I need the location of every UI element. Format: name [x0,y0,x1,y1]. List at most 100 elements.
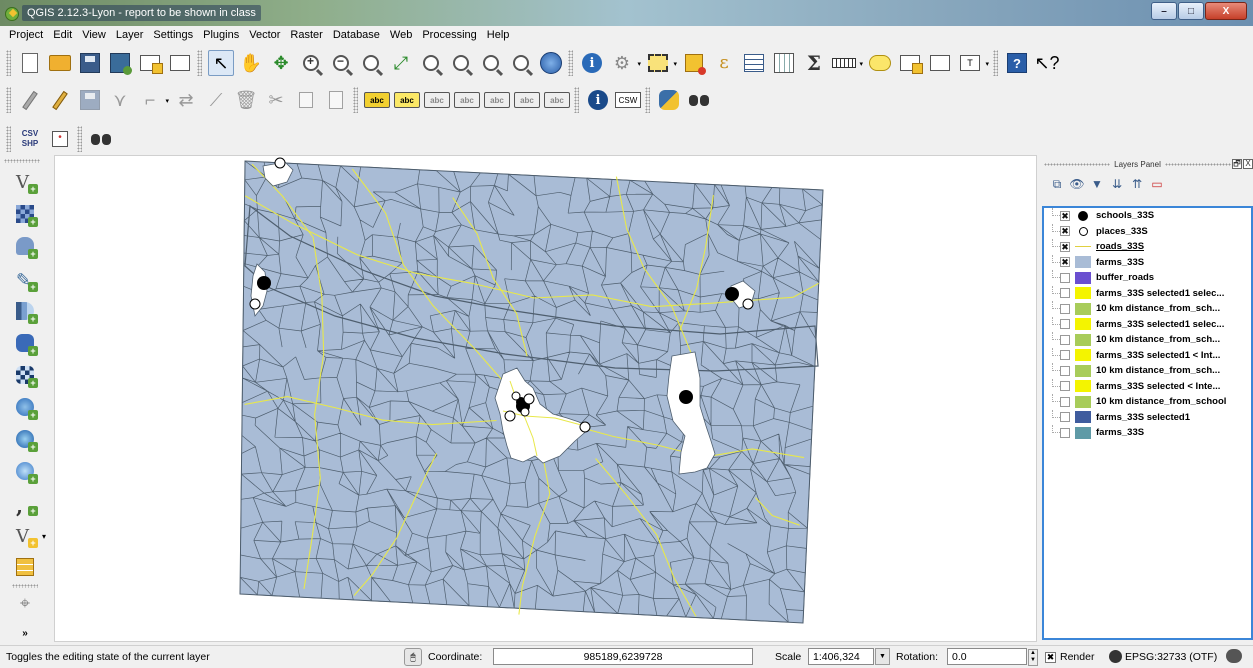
place-point[interactable] [249,298,261,310]
crs-globe-icon[interactable] [1109,650,1122,663]
style-manager-icon[interactable]: ⧉ [1050,177,1064,191]
rotation-field[interactable]: 0.0 [947,648,1027,665]
zoom-out-button[interactable] [328,50,354,76]
new-bookmark-button[interactable] [897,50,923,76]
layer-visibility-checkbox[interactable] [1060,412,1070,423]
crs-status[interactable]: EPSG:32733 (OTF) [1125,651,1217,663]
layer-visibility-checkbox[interactable]: ✖ [1060,226,1070,237]
layer-row-11[interactable]: farms_33S selected < Inte... [1044,378,1251,395]
show-hide-labels-button[interactable]: abc [454,87,480,113]
place-point[interactable] [520,407,530,417]
menu-view[interactable]: View [77,26,111,45]
move-feature-button[interactable]: ⇄ [173,87,199,113]
float-panel-button[interactable]: 🗗 [1232,159,1243,169]
toolbar-grip[interactable] [568,50,573,76]
zoom-full-button[interactable]: ⤢ [388,50,414,76]
school-point[interactable] [257,276,271,290]
delete-selected-button[interactable]: 🗑 [233,87,259,113]
layer-visibility-checkbox[interactable] [1060,303,1070,314]
add-wms-layer-button[interactable]: + [12,394,38,420]
place-point[interactable] [523,393,535,405]
help-contents-button[interactable]: ? [1004,50,1030,76]
layer-visibility-checkbox[interactable] [1060,365,1070,376]
add-delimited-text-layer-button[interactable]: , + [12,490,38,518]
layer-row-12[interactable]: 10 km distance_from_school [1044,394,1251,410]
layer-visibility-checkbox[interactable] [1060,427,1070,438]
label-settings-button[interactable]: abc [394,87,420,113]
toggle-editing-button[interactable] [47,87,73,113]
python-console-button[interactable] [656,87,682,113]
rotate-label-button[interactable]: abc [514,87,540,113]
coordinate-capture-button[interactable]: • [47,126,73,152]
save-as-button[interactable] [107,50,133,76]
add-vector-layer-button[interactable]: V + [12,168,38,194]
layer-visibility-checkbox[interactable] [1060,350,1070,361]
layer-visibility-checkbox[interactable]: ✖ [1060,241,1070,252]
layer-row-0[interactable]: ✖ schools_33S [1044,208,1251,224]
save-layer-edits-button[interactable] [77,87,103,113]
menu-database[interactable]: Database [328,26,385,45]
current-edits-button[interactable] [17,87,43,113]
zoom-to-layer-button[interactable] [448,50,474,76]
add-wcs-layer-button[interactable]: + [12,426,38,452]
panel-grip[interactable] [1164,162,1232,166]
toolbar-grip[interactable] [993,50,998,76]
composer-manager-button[interactable] [167,50,193,76]
menu-edit[interactable]: Edit [48,26,77,45]
select-by-expression-button[interactable]: ε [711,50,737,76]
add-postgis-layer-button[interactable]: + [12,233,38,259]
layer-visibility-checkbox[interactable] [1060,288,1070,299]
open-project-button[interactable] [47,50,73,76]
place-point[interactable] [274,157,286,169]
scale-field[interactable]: 1:406,324 [808,648,874,665]
close-button[interactable]: X [1205,2,1247,20]
place-point[interactable] [511,391,521,401]
layer-row-14[interactable]: farms_33S [1044,425,1251,441]
add-raster-layer-button[interactable]: + [12,201,38,227]
close-panel-button[interactable]: X [1243,159,1253,169]
menu-plugins[interactable]: Plugins [198,26,244,45]
menu-vector[interactable]: Vector [244,26,285,45]
new-print-composer-button[interactable] [137,50,163,76]
move-label-button[interactable]: abc [484,87,510,113]
layer-row-7[interactable]: farms_33S selected1 selec... [1044,316,1251,333]
layer-visibility-checkbox[interactable] [1060,272,1070,283]
map-rendering[interactable] [55,156,1037,642]
coordinate-toggle-button[interactable]: 🖰 [404,648,422,666]
select-features-button[interactable]: ▾ [645,50,677,76]
add-oracle-layer-button[interactable]: + [12,330,38,356]
save-project-button[interactable] [77,50,103,76]
eye-visibility-icon[interactable]: 👁 [1069,177,1084,191]
layer-visibility-checkbox[interactable] [1060,396,1070,407]
add-feature-button[interactable]: ⋎ [107,87,133,113]
remove-layer-icon[interactable]: ▭ [1150,177,1164,191]
layer-visibility-checkbox[interactable]: ✖ [1060,257,1070,268]
zoom-native-button[interactable] [358,50,384,76]
csv-to-shp-button[interactable]: CSV SHP [17,126,43,152]
filter-funnel-icon[interactable]: ▼ [1090,177,1104,191]
toolbar-grip[interactable] [645,87,650,113]
paste-features-button[interactable] [323,87,349,113]
create-layer-from-virtual-button[interactable] [12,554,38,580]
new-shapefile-layer-button[interactable]: V + ▾ [12,522,46,548]
pin-labels-button[interactable]: abc [424,87,450,113]
zoom-next-button[interactable] [508,50,534,76]
menu-project[interactable]: Project [4,26,48,45]
menu-raster[interactable]: Raster [285,26,327,45]
toolbar-grip[interactable] [6,87,11,113]
run-feature-action-button[interactable]: ⚙ ▾ [609,50,641,76]
panel-grip[interactable] [1044,162,1111,166]
scale-dropdown-button[interactable]: ▼ [875,648,890,665]
toolbar-grip[interactable] [6,126,11,152]
messages-bubble-icon[interactable] [1226,649,1242,663]
refresh-button[interactable] [538,50,564,76]
identify-features-button[interactable]: i [579,50,605,76]
rotation-spinner[interactable]: ▲ ▼ [1028,649,1038,666]
layer-visibility-checkbox[interactable] [1060,381,1070,392]
layer-row-13[interactable]: farms_33S selected1 [1044,409,1251,426]
layer-labeling-button[interactable]: abc [364,87,390,113]
toolbar-grip[interactable] [4,159,40,163]
layer-row-6[interactable]: 10 km distance_from_sch... [1044,301,1251,317]
collapse-all-icon[interactable]: ⇈ [1130,177,1144,191]
change-label-button[interactable]: abc [544,87,570,113]
